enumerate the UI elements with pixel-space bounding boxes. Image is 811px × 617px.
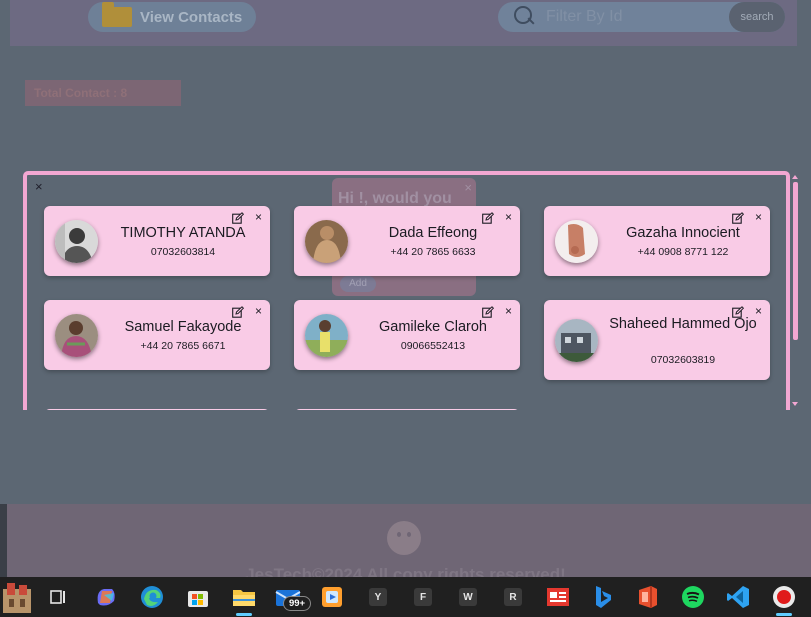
- scroll-up-arrow[interactable]: [792, 175, 798, 179]
- search-icon: [514, 6, 536, 28]
- weather-widget-icon[interactable]: [0, 577, 34, 617]
- view-contacts-button[interactable]: View Contacts: [88, 2, 256, 32]
- avatar: [305, 220, 348, 263]
- contact-card: Dada Effeong +44 20 7865 6633 ×: [294, 206, 520, 276]
- app-f-icon[interactable]: F: [403, 577, 443, 617]
- contact-phone: +44 0908 8771 122: [637, 246, 729, 258]
- delete-button[interactable]: ×: [255, 305, 262, 317]
- contact-card: TIMOTHY ATANDA 07032603814 ×: [44, 206, 270, 276]
- edit-icon[interactable]: [732, 212, 744, 224]
- edit-icon[interactable]: [482, 212, 494, 224]
- smile-icon: [387, 521, 421, 555]
- search-bar: search: [498, 2, 785, 32]
- news-icon[interactable]: [538, 577, 578, 617]
- avatar: [55, 314, 98, 357]
- modal-close-button[interactable]: ×: [35, 180, 43, 193]
- search-button[interactable]: search: [729, 2, 785, 32]
- contacts-modal: × TIMOTHY ATANDA 07032603814 × Dada Effe…: [23, 171, 790, 410]
- folder-icon: [102, 2, 132, 27]
- edit-icon[interactable]: [482, 306, 494, 318]
- contact-card: Samuel Fakayode +44 20 7865 6671 ×: [44, 300, 270, 370]
- edge-icon[interactable]: [132, 577, 172, 617]
- view-contacts-label: View Contacts: [140, 8, 243, 26]
- vscode-icon[interactable]: [718, 577, 758, 617]
- contact-name: TIMOTHY ATANDA: [120, 225, 246, 241]
- media-player-icon[interactable]: [312, 577, 352, 617]
- avatar: [55, 220, 98, 263]
- contact-phone: 09066552413: [400, 340, 466, 352]
- total-contact-badge: Total Contact : 8: [25, 80, 181, 106]
- scroll-thumb[interactable]: [793, 182, 798, 340]
- file-explorer-icon[interactable]: [224, 577, 264, 617]
- edit-icon[interactable]: [232, 212, 244, 224]
- contact-name: Dada Effeong: [388, 225, 478, 241]
- windows-taskbar: Y F W R: [0, 577, 811, 617]
- contact-card: Shaheed Hammed Ojo 07032603819 ×: [544, 300, 770, 380]
- delete-button[interactable]: ×: [755, 305, 762, 317]
- app-r-icon[interactable]: R: [493, 577, 533, 617]
- copilot-icon[interactable]: [86, 577, 126, 617]
- contact-phone: 07032603819: [650, 354, 716, 366]
- scroll-down-arrow[interactable]: [792, 402, 798, 406]
- avatar: [555, 220, 598, 263]
- store-icon[interactable]: [178, 577, 218, 617]
- bing-icon[interactable]: [583, 577, 623, 617]
- edit-icon[interactable]: [232, 306, 244, 318]
- contact-phone: 07032603814: [150, 246, 216, 258]
- app-y-icon[interactable]: Y: [358, 577, 398, 617]
- office-icon[interactable]: [628, 577, 668, 617]
- task-view-icon[interactable]: [38, 577, 78, 617]
- avatar: [305, 314, 348, 357]
- footer-copyright: JesTech©2024 All copy rights reserved!: [245, 565, 566, 577]
- mail-badge: 99+: [283, 596, 311, 611]
- app-w-icon[interactable]: W: [448, 577, 488, 617]
- contact-name: Gazaha Innocient: [626, 225, 740, 241]
- delete-button[interactable]: ×: [755, 211, 762, 223]
- edit-icon[interactable]: [732, 306, 744, 318]
- contact-card: Gazaha Innocient +44 0908 8771 122 ×: [544, 206, 770, 276]
- contact-phone: +44 20 7865 6633: [390, 246, 476, 258]
- delete-button[interactable]: ×: [255, 211, 262, 223]
- record-icon[interactable]: [764, 577, 804, 617]
- delete-button[interactable]: ×: [505, 305, 512, 317]
- contact-name: Gamileke Claroh: [379, 319, 487, 335]
- avatar: [555, 319, 598, 362]
- contact-card: [294, 409, 520, 410]
- search-input[interactable]: [546, 5, 696, 29]
- contact-card: Gamileke Claroh 09066552413 ×: [294, 300, 520, 370]
- modal-scrollbar[interactable]: [791, 173, 801, 410]
- delete-button[interactable]: ×: [505, 211, 512, 223]
- contact-name: Samuel Fakayode: [124, 319, 242, 335]
- spotify-icon[interactable]: [673, 577, 713, 617]
- contact-card: [44, 409, 270, 410]
- contact-phone: +44 20 7865 6671: [140, 340, 226, 352]
